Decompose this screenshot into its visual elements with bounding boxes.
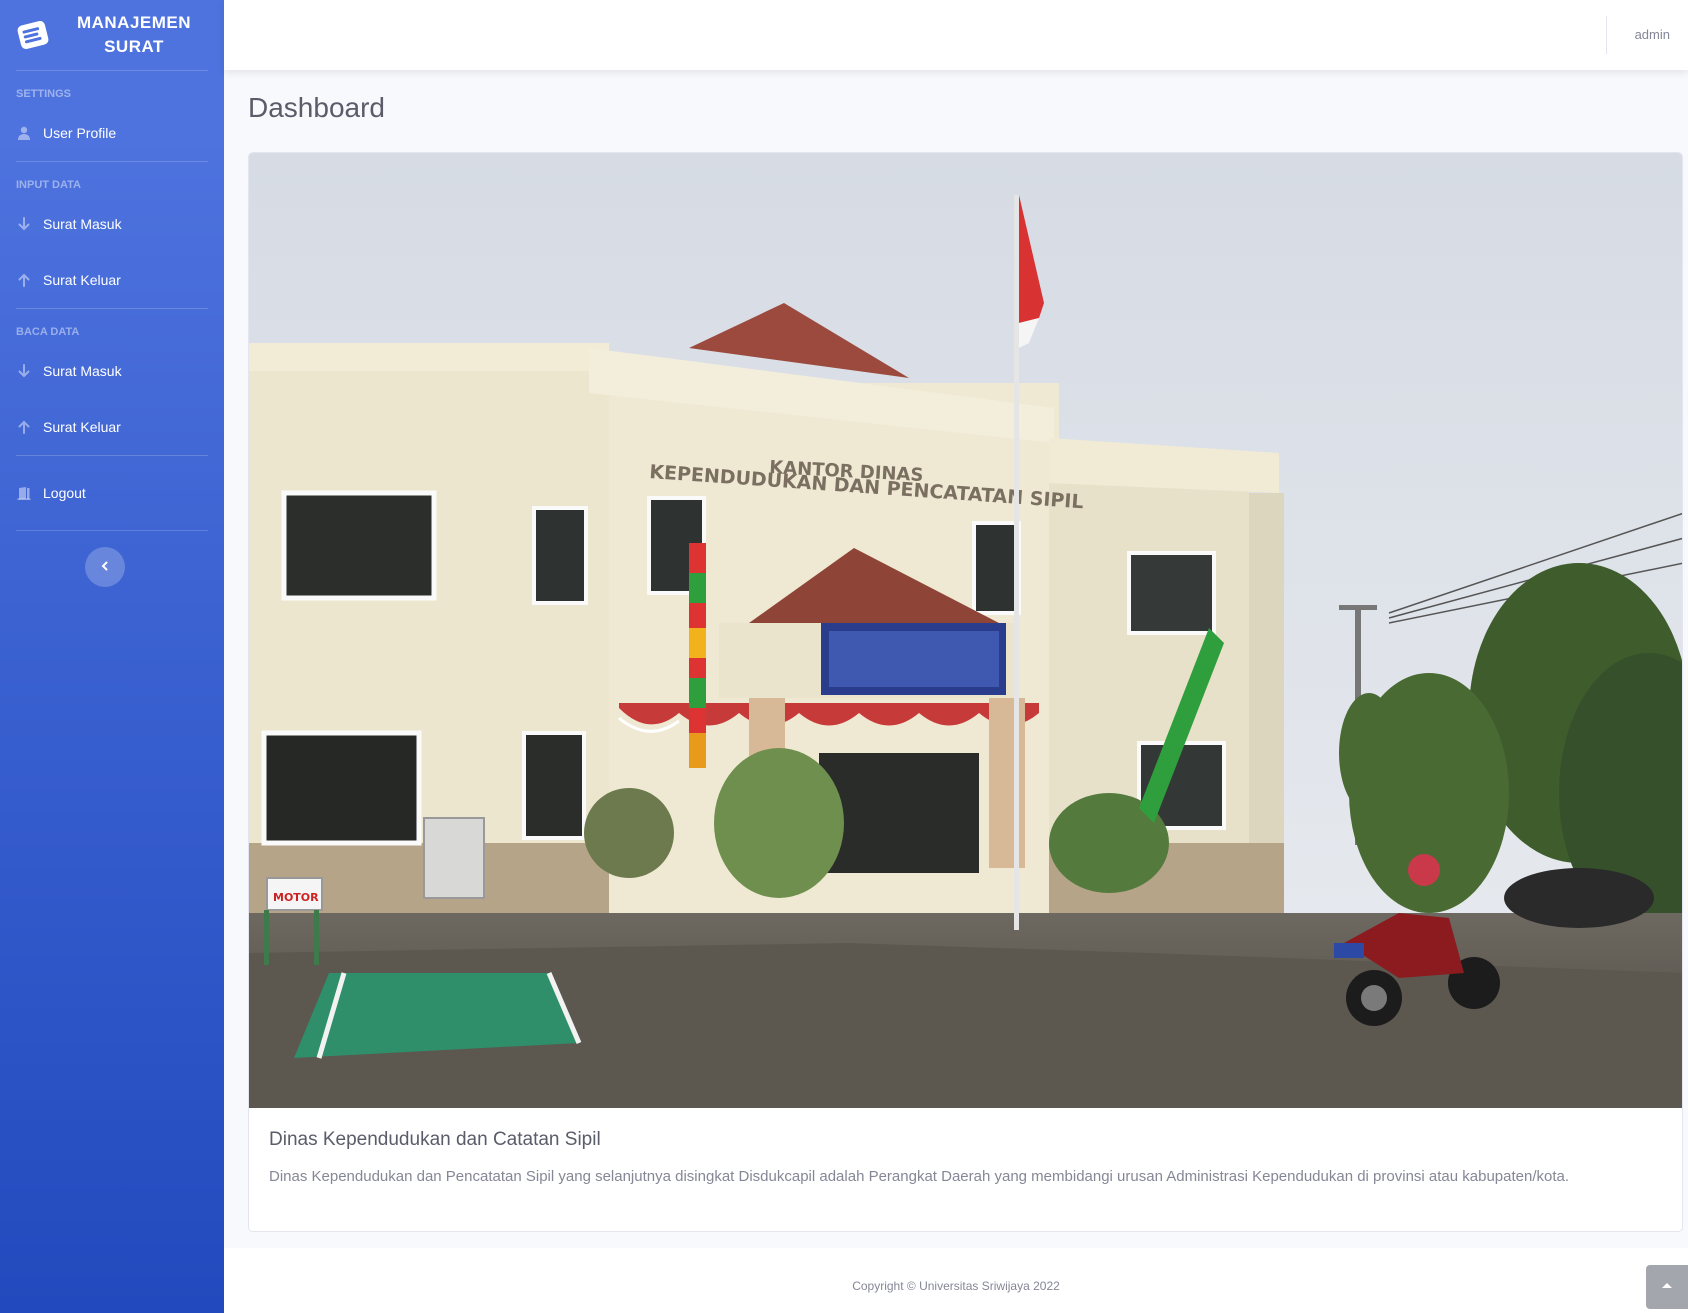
card-description: Dinas Kependudukan dan Pencatatan Sipil … <box>269 1168 1570 1185</box>
page-title: Dashboard <box>248 92 385 123</box>
sidebar-item-label: User Profile <box>43 125 117 141</box>
brand-line-2: SURAT <box>104 37 164 56</box>
card-title: Dinas Kependudukan dan Catatan Sipil <box>269 1129 601 1150</box>
sidebar: MANAJEMEN SURAT SETTINGS User Profile IN… <box>0 0 224 1313</box>
brand[interactable]: MANAJEMEN SURAT <box>0 0 224 70</box>
sidebar-item-baca-surat-masuk[interactable]: Surat Masuk <box>0 343 224 399</box>
sidebar-item-logout[interactable]: Logout <box>0 473 224 513</box>
sidebar-item-user-profile[interactable]: User Profile <box>0 105 224 161</box>
sidebar-heading-settings: SETTINGS <box>16 88 72 100</box>
arrow-down-icon <box>17 217 31 231</box>
sidebar-item-label: Logout <box>43 485 86 501</box>
chevron-up-icon <box>1661 1278 1673 1296</box>
sidebar-item-baca-surat-keluar[interactable]: Surat Keluar <box>0 399 224 455</box>
sidebar-item-label: Surat Masuk <box>43 216 122 232</box>
topbar-divider <box>1606 16 1607 54</box>
footer: Copyright © Universitas Sriwijaya 2022 <box>224 1248 1688 1313</box>
brand-name: MANAJEMEN SURAT <box>52 11 224 59</box>
sidebar-item-label: Surat Masuk <box>43 363 122 379</box>
copyright-text: Copyright © Universitas Sriwijaya 2022 <box>852 1279 1060 1293</box>
sidebar-heading-baca: BACA DATA <box>16 326 80 338</box>
sidebar-toggle-button[interactable] <box>85 547 125 587</box>
brand-line-1: MANAJEMEN <box>76 13 192 32</box>
arrow-up-icon <box>17 420 31 434</box>
sidebar-toggle-wrap <box>0 531 224 587</box>
door-icon <box>17 486 31 500</box>
arrow-up-icon <box>17 273 31 287</box>
parking-sign-text: MOTOR <box>273 891 319 904</box>
sidebar-heading-input: INPUT DATA <box>16 179 81 191</box>
dashboard-card: KANTOR DINAS KEPENDUDUKAN DAN PENCATATAN… <box>248 152 1683 1232</box>
envelope-icon <box>14 16 52 54</box>
sidebar-item-label: Surat Keluar <box>43 272 121 288</box>
scroll-to-top-button[interactable] <box>1646 1265 1688 1309</box>
office-building-photo: KANTOR DINAS KEPENDUDUKAN DAN PENCATATAN… <box>249 153 1682 1108</box>
sidebar-item-input-surat-masuk[interactable]: Surat Masuk <box>0 196 224 252</box>
chevron-left-icon <box>100 558 110 576</box>
arrow-down-icon <box>17 364 31 378</box>
sidebar-item-label: Surat Keluar <box>43 419 121 435</box>
topbar: admin <box>224 0 1688 70</box>
sidebar-item-input-surat-keluar[interactable]: Surat Keluar <box>0 252 224 308</box>
user-icon <box>17 126 31 140</box>
user-dropdown[interactable]: admin <box>1635 27 1670 42</box>
